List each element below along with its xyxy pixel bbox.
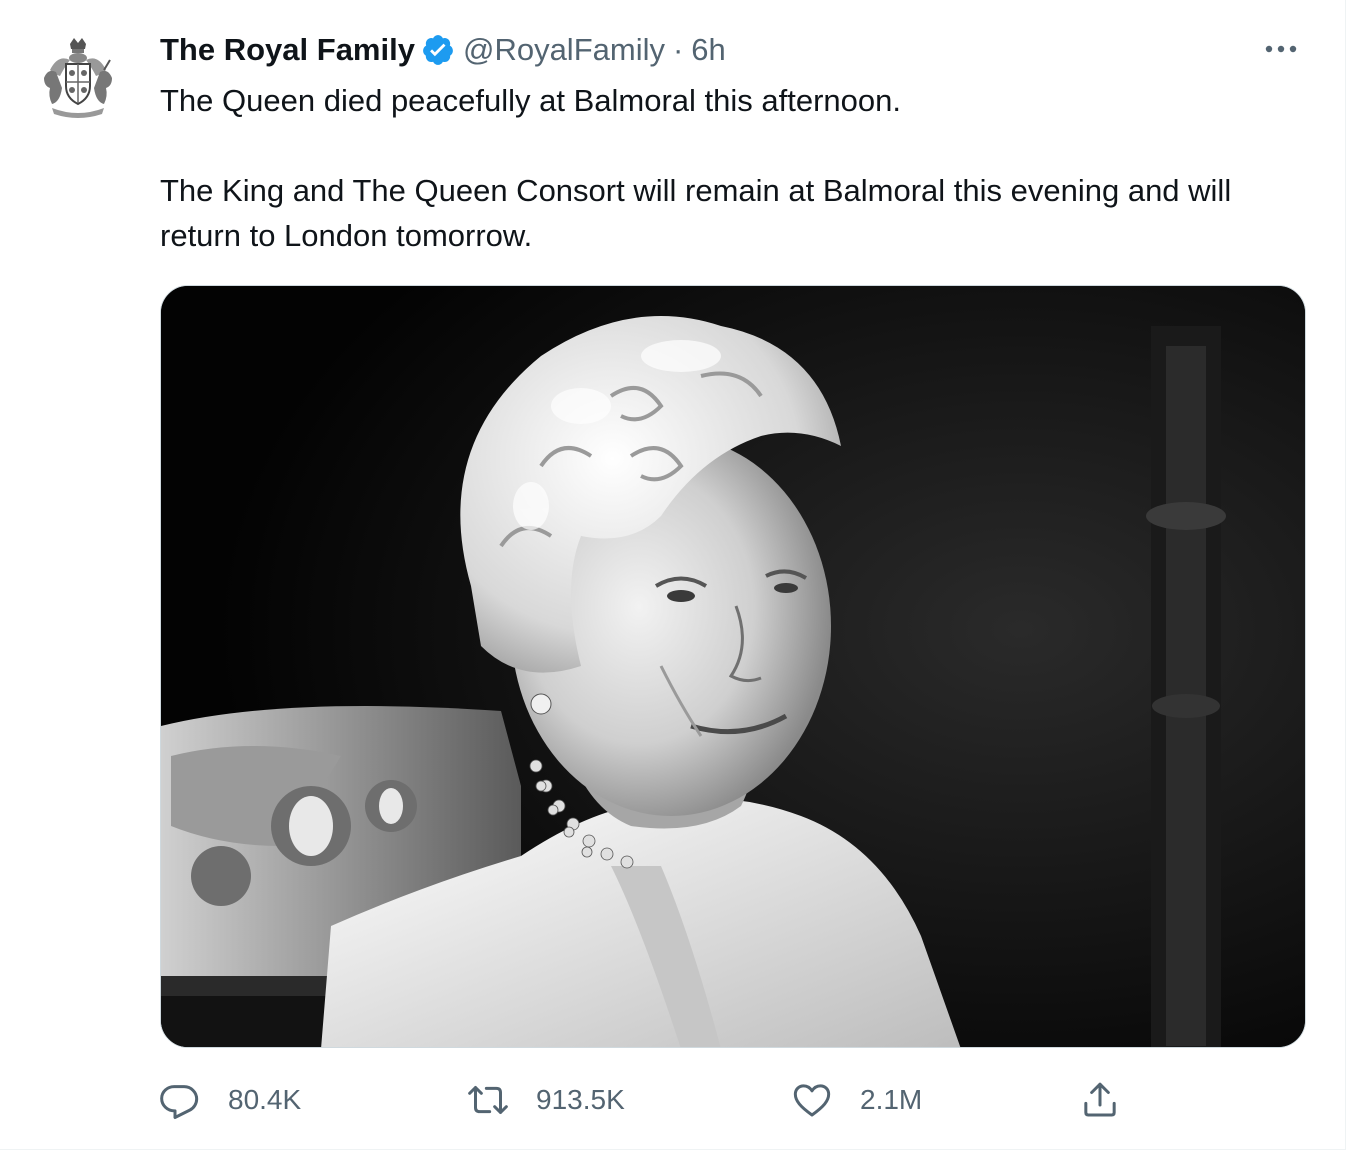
tweet-actions: 80.4K 913.5K 2.1M — [0, 1070, 1346, 1130]
like-count: 2.1M — [860, 1084, 923, 1115]
queen-portrait-photo — [161, 286, 1305, 1047]
like-button[interactable]: 2.1M — [792, 1070, 922, 1130]
tweet-text-line-2: The King and The Queen Consort will rema… — [160, 173, 1232, 253]
tweet-header: The Royal Family @RoyalFamily · 6h — [160, 28, 726, 72]
retweet-count: 913.5K — [536, 1084, 625, 1115]
user-handle[interactable]: @RoyalFamily — [463, 32, 665, 68]
more-dots-icon — [1265, 45, 1297, 53]
reply-icon — [160, 1080, 200, 1120]
display-name[interactable]: The Royal Family — [160, 32, 415, 68]
share-icon — [1080, 1080, 1120, 1120]
tweet-text: The Queen died peacefully at Balmoral th… — [160, 78, 1310, 258]
avatar[interactable] — [30, 30, 126, 126]
share-button[interactable] — [1080, 1070, 1120, 1130]
tweet-photo[interactable] — [160, 285, 1306, 1048]
timestamp[interactable]: 6h — [691, 32, 725, 68]
verified-badge-icon — [421, 33, 455, 67]
tweet-card[interactable]: The Royal Family @RoyalFamily · 6h The Q… — [0, 0, 1346, 1150]
reply-count: 80.4K — [228, 1084, 302, 1115]
more-options-button[interactable] — [1259, 32, 1303, 66]
tweet-text-line-1: The Queen died peacefully at Balmoral th… — [160, 83, 902, 118]
like-icon — [792, 1080, 832, 1120]
retweet-icon — [468, 1080, 508, 1120]
retweet-button[interactable]: 913.5K — [468, 1070, 625, 1130]
separator-dot: · — [672, 32, 684, 67]
reply-button[interactable]: 80.4K — [160, 1070, 301, 1130]
royal-coat-of-arms-logo — [30, 30, 126, 126]
